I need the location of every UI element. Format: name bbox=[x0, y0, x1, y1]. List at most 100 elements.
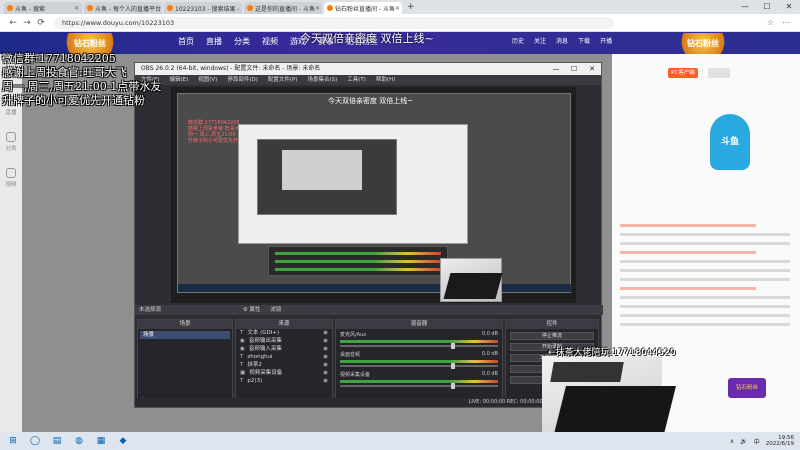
eye-icon[interactable]: ◉ bbox=[323, 377, 328, 385]
bookmark-star-icon[interactable]: ☆ bbox=[767, 18, 774, 27]
source-label: p2(3) bbox=[247, 378, 263, 384]
rail-item-video[interactable]: 视频 bbox=[0, 168, 22, 198]
eye-icon[interactable]: ◉ bbox=[323, 329, 328, 337]
source-item[interactable]: ◉ 音频输入采集 ◉ bbox=[236, 345, 332, 353]
maximize-button[interactable]: ☐ bbox=[756, 0, 778, 14]
reload-icon[interactable]: ⟳ bbox=[34, 18, 48, 28]
source-label: 音频输入采集 bbox=[248, 346, 282, 352]
source-item[interactable]: T 抹茶2 ◉ bbox=[236, 361, 332, 369]
more-menu-icon[interactable]: ⋯ bbox=[782, 18, 790, 27]
menu-item[interactable]: 场景集合(S) bbox=[307, 75, 337, 85]
channel-db: 0.0 dB bbox=[481, 371, 498, 377]
source-label: zhonghui bbox=[247, 354, 273, 360]
source-item[interactable]: ▣ 视频采集设备 ◉ bbox=[236, 369, 332, 377]
clock[interactable]: 19:56 2022/6/19 bbox=[766, 435, 794, 448]
pc-client-button[interactable]: PC客户端 bbox=[668, 68, 698, 78]
menu-item[interactable]: 工具(T) bbox=[347, 75, 366, 85]
recursive-preview-2 bbox=[238, 124, 468, 244]
source-item[interactable]: Tzhonghui ◉ bbox=[236, 353, 332, 361]
properties-button[interactable]: ⚙ 属性 bbox=[243, 307, 261, 313]
channel-label: 麦克风/Aux bbox=[340, 332, 367, 338]
windows-taskbar: ⊞ ◯ ▤ ◍ ▦ ◆ ∧ 🔊 中 19:56 2022/6/19 bbox=[0, 432, 800, 450]
close-tab-icon[interactable]: ✕ bbox=[161, 5, 162, 12]
panel-pill[interactable] bbox=[708, 68, 730, 78]
stop-streaming-button[interactable]: 停止推流 bbox=[510, 332, 594, 340]
message-icon[interactable]: 消息 bbox=[556, 36, 568, 45]
eye-icon[interactable]: ◉ bbox=[323, 337, 328, 345]
channel-label: 视频采集设备 bbox=[340, 372, 371, 378]
source-label: 音频输出采集 bbox=[248, 338, 282, 344]
source-item[interactable]: T 文本 (GDI+) ◉ bbox=[236, 329, 332, 337]
close-window-button[interactable]: ✕ bbox=[778, 0, 800, 14]
browser-tab-bar: 斗鱼 - 搜索✕ 斗鱼 - 每个人的直播平台✕ 10223103 - 搜索结果 … bbox=[0, 0, 800, 14]
menu-item[interactable]: 编辑(E) bbox=[169, 75, 188, 85]
browser-tab[interactable]: 10223103 - 搜索结果 - 斗鱼 ✕ bbox=[164, 2, 242, 14]
desktop-screen: 斗鱼 - 搜索✕ 斗鱼 - 每个人的直播平台✕ 10223103 - 搜索结果 … bbox=[0, 0, 800, 450]
eye-icon[interactable]: ◉ bbox=[323, 369, 328, 377]
task-view-icon[interactable]: ▤ bbox=[50, 435, 64, 447]
header-icon-row: 历史 关注 消息 下载 开播 bbox=[512, 36, 612, 45]
text-source-icon: T bbox=[240, 330, 244, 336]
history-icon[interactable]: 历史 bbox=[512, 36, 524, 45]
menu-item[interactable]: 视图(V) bbox=[198, 75, 217, 85]
browser-tab[interactable]: 斗鱼 - 搜索 ✕ bbox=[4, 2, 82, 14]
volume-slider[interactable] bbox=[340, 383, 498, 389]
eye-icon[interactable]: ◉ bbox=[323, 361, 328, 369]
search-icon[interactable]: ◯ bbox=[28, 435, 42, 447]
contact-overlay: ←抹茶大佬陪玩:17718044520 bbox=[548, 348, 676, 358]
input-method-icon[interactable]: 中 bbox=[754, 437, 760, 446]
eye-icon[interactable]: ◉ bbox=[323, 345, 328, 353]
menu-item[interactable]: 停靠部件(D) bbox=[227, 75, 258, 85]
volume-slider[interactable] bbox=[340, 343, 498, 349]
volume-icon[interactable]: 🔊 bbox=[740, 438, 747, 445]
inner-taskbar bbox=[178, 284, 572, 292]
close-tab-icon[interactable]: ✕ bbox=[395, 5, 400, 12]
obs-titlebar: OBS 26.0.2 (64-bit, windows) - 配置文件: 未命名… bbox=[135, 63, 601, 75]
rail-item-category[interactable]: 分类 bbox=[0, 132, 22, 162]
eye-icon[interactable]: ◉ bbox=[323, 353, 328, 361]
steam-icon[interactable]: ◆ bbox=[116, 435, 130, 447]
address-bar-icons: ☆ ⋯ bbox=[767, 18, 800, 27]
browser-tab-active[interactable]: 钻石粉丝直播间 - 斗鱼 ✕ bbox=[324, 2, 402, 14]
file-explorer-icon[interactable]: ▦ bbox=[94, 435, 108, 447]
obs-maximize-button[interactable]: ☐ bbox=[565, 63, 583, 75]
source-item[interactable]: ◉ 音频输出采集 ◉ bbox=[236, 337, 332, 345]
url-input[interactable]: https://www.douyu.com/10223103 bbox=[54, 16, 614, 29]
rail-label: 直播 bbox=[5, 110, 17, 116]
nav-item-video[interactable]: 视频 bbox=[262, 36, 278, 47]
tray-expand-icon[interactable]: ∧ bbox=[730, 438, 734, 445]
back-arrow-icon[interactable]: ← bbox=[6, 18, 20, 28]
obs-preview[interactable]: 今天双倍亲密度 双倍上线~ 微信群:17718042205 感谢上周投食官:旺哥… bbox=[171, 87, 576, 303]
diamond-fans-bottom-badge: 钻石粉丝 bbox=[728, 378, 766, 398]
minimize-button[interactable]: — bbox=[734, 0, 756, 14]
start-menu-icon[interactable]: ⊞ bbox=[6, 435, 20, 447]
browser-tab[interactable]: 斗鱼 - 每个人的直播平台✕ bbox=[84, 2, 162, 14]
camera-source-icon: ▣ bbox=[240, 370, 246, 376]
start-stream-icon[interactable]: 开播 bbox=[600, 36, 612, 45]
obs-close-button[interactable]: ✕ bbox=[583, 63, 601, 75]
source-item[interactable]: Tp2(3) ◉ bbox=[236, 377, 332, 385]
dock-header: 控件 bbox=[506, 320, 598, 329]
obs-window: OBS 26.0.2 (64-bit, windows) - 配置文件: 未命名… bbox=[134, 62, 603, 408]
edge-browser-icon[interactable]: ◍ bbox=[72, 435, 86, 447]
category-icon bbox=[6, 132, 16, 142]
new-tab-button[interactable]: + bbox=[407, 2, 415, 12]
browser-tab[interactable]: 这是你的直播间 - 斗鱼 ✕ bbox=[244, 2, 322, 14]
nav-item-home[interactable]: 首页 bbox=[178, 36, 194, 47]
nav-item-live[interactable]: 直播 bbox=[206, 36, 222, 47]
download-icon[interactable]: 下载 bbox=[578, 36, 590, 45]
close-tab-icon[interactable]: ✕ bbox=[74, 5, 79, 12]
recursive-preview: 今天双倍亲密度 双倍上线~ 微信群:17718042205 感谢上周投食官:旺哥… bbox=[177, 93, 572, 293]
overlay-line: 微信群:17718042205 bbox=[2, 52, 116, 65]
follow-icon[interactable]: 关注 bbox=[534, 36, 546, 45]
menu-item[interactable]: 配置文件(P) bbox=[268, 75, 298, 85]
close-tab-icon[interactable]: ✕ bbox=[315, 5, 320, 12]
channel-label: 桌面音频 bbox=[340, 352, 361, 358]
menu-item[interactable]: 帮助(H) bbox=[376, 75, 395, 85]
nav-item-category[interactable]: 分类 bbox=[234, 36, 250, 47]
scene-item[interactable]: 场景 bbox=[140, 331, 230, 339]
volume-slider[interactable] bbox=[340, 363, 498, 369]
forward-arrow-icon[interactable]: → bbox=[20, 18, 34, 28]
filters-button[interactable]: 滤镜 bbox=[270, 307, 281, 313]
obs-minimize-button[interactable]: — bbox=[547, 63, 565, 75]
